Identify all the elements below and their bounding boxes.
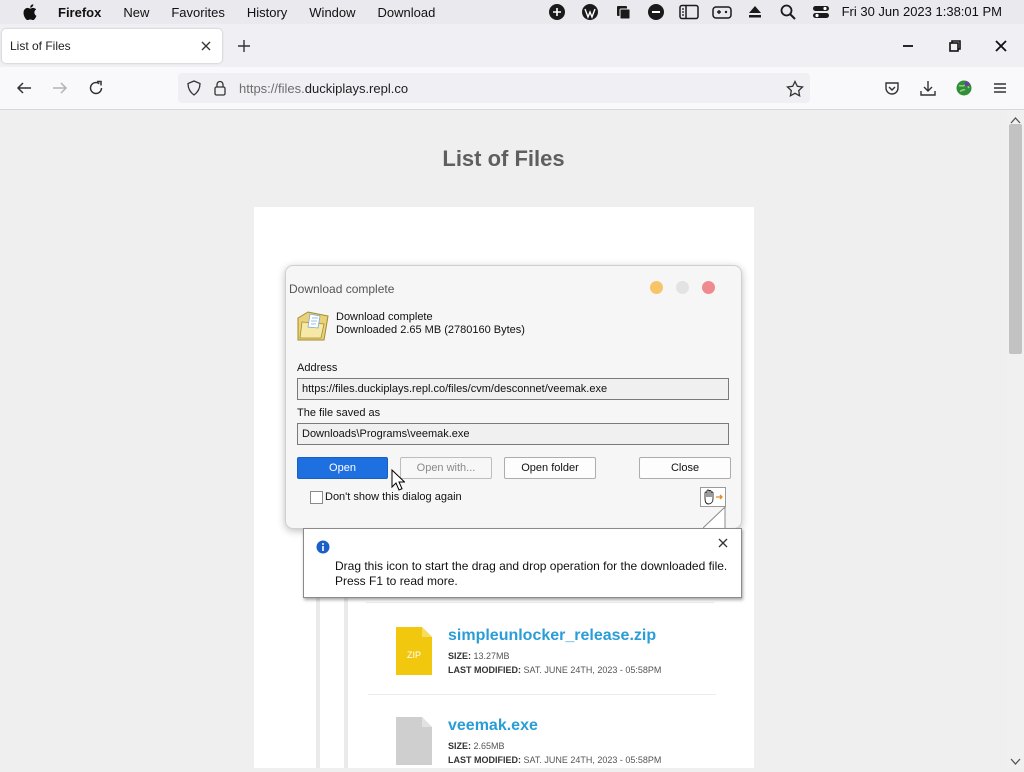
dialog-zoom-light-icon[interactable] — [676, 281, 689, 294]
drag-hand-icon[interactable] — [700, 487, 726, 507]
dont-show-label[interactable]: Don't show this dialog again — [325, 491, 462, 503]
extension-dark-icon[interactable] — [546, 2, 568, 22]
modified-value: SAT. JUNE 24TH, 2023 - 05:58PM — [523, 755, 662, 765]
download-status: Download complete — [336, 311, 433, 323]
search-icon[interactable] — [777, 2, 799, 22]
dont-show-checkbox[interactable] — [310, 491, 323, 504]
tab-close-icon[interactable] — [198, 38, 214, 54]
sidebar-icon[interactable] — [678, 2, 700, 22]
modified-label: LAST MODIFIED: — [448, 755, 521, 765]
modified-label: LAST MODIFIED: — [448, 665, 521, 675]
menu-item-window[interactable]: Window — [309, 5, 355, 20]
zip-file-icon: ZIP — [396, 627, 432, 675]
address-bar[interactable]: https://files.duckiplays.repl.co — [178, 73, 810, 103]
tracking-shield-icon[interactable] — [186, 80, 202, 96]
close-window-icon[interactable] — [993, 38, 1009, 54]
open-with-button[interactable]: Open with... — [400, 457, 492, 479]
modified-value: SAT. JUNE 24TH, 2023 - 05:58PM — [523, 665, 662, 675]
file-name-link[interactable]: veemak.exe — [448, 717, 538, 735]
forward-arrow-icon[interactable] — [51, 79, 69, 97]
url-host: duckiplays.repl.co — [304, 81, 409, 96]
control-center-icon[interactable] — [810, 2, 832, 22]
divider — [368, 694, 716, 695]
tooltip-line-2: Press F1 to read more. — [335, 574, 458, 588]
exe-file-icon — [396, 717, 432, 765]
reload-icon[interactable] — [87, 79, 105, 97]
status-tray — [546, 0, 843, 24]
new-tab-plus-icon[interactable] — [236, 38, 252, 54]
menu-item-new[interactable]: New — [123, 5, 149, 20]
page-title: List of Files — [442, 146, 565, 171]
menu-bar: Firefox New Favorites History Window Dow… — [0, 0, 1024, 24]
zip-icon-label: ZIP — [407, 650, 421, 660]
open-button[interactable]: Open — [297, 457, 388, 479]
extension-globe-icon[interactable] — [955, 79, 973, 97]
menu-item-download[interactable]: Download — [378, 5, 436, 20]
lock-icon[interactable] — [213, 80, 227, 96]
minus-circle-icon[interactable] — [645, 2, 667, 22]
file-size: SIZE: 13.27MB — [448, 651, 510, 661]
dialog-close-light-icon[interactable] — [702, 281, 715, 294]
saved-path-field[interactable]: Downloads\Programs\veemak.exe — [297, 423, 729, 445]
size-value: 2.65MB — [473, 741, 505, 751]
eject-icon[interactable] — [744, 2, 766, 22]
bookmark-star-icon[interactable] — [786, 79, 804, 98]
drag-tooltip: Drag this icon to start the drag and dro… — [303, 528, 742, 598]
tab-list-of-files[interactable]: List of Files — [2, 29, 222, 63]
file-modified: LAST MODIFIED: SAT. JUNE 24TH, 2023 - 05… — [448, 755, 661, 765]
menu-app-firefox[interactable]: Firefox — [58, 5, 101, 20]
url-scheme: https://files. — [239, 81, 305, 96]
size-value: 13.27MB — [473, 651, 510, 661]
tooltip-close-icon[interactable] — [717, 537, 729, 549]
menu-item-favorites[interactable]: Favorites — [171, 5, 224, 20]
page-scrollbar[interactable] — [1007, 110, 1024, 768]
address-label: Address — [297, 362, 338, 374]
wordpress-icon[interactable] — [579, 2, 601, 22]
size-label: SIZE: — [448, 651, 472, 661]
tab-title: List of Files — [10, 39, 71, 53]
scroll-down-arrow-icon[interactable] — [1010, 754, 1021, 765]
menu-clock[interactable]: Fri 30 Jun 2023 1:38:01 PM — [842, 4, 1002, 19]
navigation-toolbar: https://files.duckiplays.repl.co — [0, 67, 1024, 110]
dialog-title: Download complete — [289, 282, 395, 296]
close-button[interactable]: Close — [639, 457, 731, 479]
scrollbar-thumb[interactable] — [1009, 124, 1022, 354]
file-name-link[interactable]: simpleunlocker_release.zip — [448, 627, 656, 645]
download-complete-dialog: Download complete Download complete Down… — [285, 265, 742, 529]
url-text[interactable]: https://files.duckiplays.repl.co — [239, 81, 408, 96]
file-modified: LAST MODIFIED: SAT. JUNE 24TH, 2023 - 05… — [448, 665, 661, 675]
divider — [366, 602, 714, 603]
file-size: SIZE: 2.65MB — [448, 741, 505, 751]
downloads-icon[interactable] — [919, 79, 937, 97]
stack-icon[interactable] — [612, 2, 634, 22]
dialog-minimize-light-icon[interactable] — [650, 281, 663, 294]
menu-item-history[interactable]: History — [247, 5, 287, 20]
apple-icon[interactable] — [20, 2, 40, 22]
info-icon — [316, 540, 330, 554]
mouse-cursor-icon — [391, 469, 405, 491]
download-folder-icon — [296, 308, 330, 344]
restore-window-icon[interactable] — [947, 38, 963, 54]
address-field[interactable]: https://files.duckiplays.repl.co/files/c… — [297, 378, 729, 400]
back-arrow-icon[interactable] — [15, 79, 33, 97]
hamburger-menu-icon[interactable] — [991, 79, 1009, 97]
download-size: Downloaded 2.65 MB (2780160 Bytes) — [336, 324, 525, 336]
saved-as-label: The file saved as — [297, 407, 381, 419]
minimize-window-icon[interactable] — [900, 38, 916, 54]
tab-strip: List of Files — [0, 24, 1024, 67]
gamepad-icon[interactable] — [711, 2, 733, 22]
size-label: SIZE: — [448, 741, 472, 751]
open-folder-button[interactable]: Open folder — [504, 457, 596, 479]
scroll-up-arrow-icon[interactable] — [1010, 112, 1021, 124]
tooltip-line-1: Drag this icon to start the drag and dro… — [335, 559, 728, 573]
pocket-icon[interactable] — [883, 79, 901, 97]
